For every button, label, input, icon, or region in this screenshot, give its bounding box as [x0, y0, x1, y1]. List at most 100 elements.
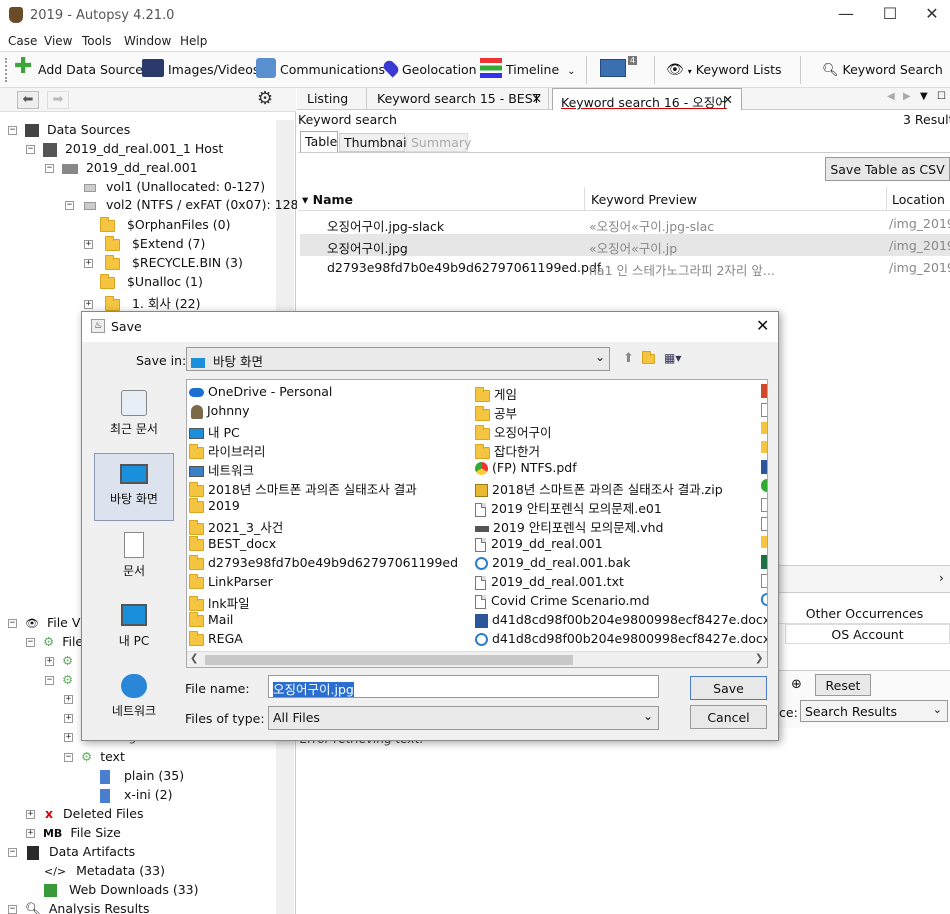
place-desktop[interactable]: 바탕 화면 [94, 453, 174, 521]
place-network[interactable]: 네트워크 [94, 674, 174, 734]
tree-orphan[interactable]: $OrphanFiles (0) [100, 216, 230, 232]
tree-file-size[interactable]: + MB File Size [26, 825, 121, 840]
save-in-select[interactable]: 바탕 화면 ⌄ [186, 347, 610, 371]
list-item[interactable]: 2019 [189, 497, 240, 513]
subtab-thumbnail[interactable]: Thumbnail [339, 133, 410, 152]
tree-unalloc[interactable]: $Unalloc (1) [100, 273, 203, 289]
expand-icon[interactable]: + [84, 240, 93, 249]
file-list[interactable]: OneDrive - Personal Johnny 내 PC 라이브러리 네트… [186, 379, 768, 668]
menu-help[interactable]: Help [180, 34, 207, 48]
scroll-right-icon[interactable]: ❯ [755, 653, 763, 664]
collapse-icon[interactable]: − [26, 638, 35, 647]
list-item[interactable]: 잡다한거 [475, 441, 540, 460]
close-window-button[interactable]: ✕ [912, 4, 950, 26]
tab-other-occurrences[interactable]: Other Occurrences [779, 604, 950, 624]
scroll-left-icon[interactable]: ❮ [190, 653, 198, 664]
list-item[interactable]: 2019 안티포렌식 모의문제.vhd [475, 517, 664, 536]
expand-icon[interactable]: + [64, 733, 73, 742]
list-item[interactable]: 2018년 스마트폰 과의존 실태조사 결과.zip [475, 479, 723, 498]
menu-case[interactable]: Case [8, 34, 37, 48]
scroll-tabs-right-icon[interactable]: ▶ [903, 91, 911, 102]
list-item[interactable]: 라이브러리 [189, 441, 266, 460]
communications-button[interactable]: Communications [256, 57, 385, 78]
list-item[interactable]: (FP) NTFS.pdf [475, 460, 577, 475]
column-header-location[interactable]: Location [892, 192, 945, 207]
place-documents[interactable]: 문서 [94, 532, 174, 592]
list-item[interactable]: 2019_dd_real.001 [475, 536, 603, 552]
subtab-summary[interactable]: Summary [406, 133, 471, 152]
list-item[interactable]: LinkParser [189, 573, 273, 589]
tree-vol1[interactable]: vol1 (Unallocated: 0-127) [84, 179, 265, 194]
place-recent-documents[interactable]: 최근 문서 [94, 390, 174, 450]
list-item[interactable]: 게임 [475, 384, 517, 403]
list-item[interactable]: lnk파일 [189, 593, 250, 612]
tree-host[interactable]: − 2019_dd_real.001_1 Host [26, 141, 223, 157]
column-divider[interactable] [886, 187, 887, 211]
scrollbar-thumb[interactable] [205, 655, 573, 665]
list-item[interactable]: d41d8cd98f00b204e9800998ecf8427e.docx.ba… [475, 631, 767, 646]
settings-gear-icon[interactable]: ⚙ [257, 88, 273, 109]
table-row[interactable]: d2793e98fd7b0e49b9d62797061199ed.pdf ha1… [300, 256, 950, 278]
menu-tools[interactable]: Tools [82, 34, 112, 48]
images-videos-button[interactable]: Images/Videos [142, 59, 259, 77]
tab-keyword-search-15[interactable]: Keyword search 15 - BEST ✕ [369, 88, 549, 110]
tree-deleted[interactable]: + x Deleted Files [26, 806, 143, 821]
up-one-level-icon[interactable]: ⬆ [623, 351, 634, 366]
file-name-input[interactable]: 오징어구이.jpg [268, 675, 659, 698]
source-select[interactable]: Search Results ⌄ [800, 700, 948, 722]
chevron-right-icon[interactable]: › [939, 571, 944, 585]
tree-web-downloads[interactable]: Web Downloads (33) [44, 882, 199, 897]
tree-analysis-results[interactable]: − 🔍︎ Analysis Results [8, 901, 149, 914]
dialog-close-button[interactable]: ✕ [756, 316, 769, 335]
tree-file-views[interactable]: − 👁 File Vi [8, 615, 84, 630]
maximize-pane-icon[interactable]: ☐ [937, 91, 946, 102]
list-item[interactable]: Johnny [189, 403, 250, 419]
files-of-type-select[interactable]: All Files ⌄ [268, 706, 659, 730]
tree-company[interactable]: + 1. 회사 (22) [84, 293, 201, 312]
tree-data-sources[interactable]: − Data Sources [8, 122, 130, 137]
tree-text[interactable]: − ⚙ text [64, 749, 125, 764]
tree-vol2[interactable]: − vol2 (NTFS / exFAT (0x07): 128 [65, 197, 299, 212]
cancel-button[interactable]: Cancel [690, 705, 767, 729]
table-row-selected[interactable]: 오징어구이.jpg «오징어«구이.jp /img_2019_ [300, 234, 950, 256]
reset-button[interactable]: Reset [815, 674, 871, 696]
collapse-icon[interactable]: − [45, 676, 54, 685]
column-divider[interactable] [584, 187, 585, 211]
menu-window[interactable]: Window [124, 34, 171, 48]
back-button[interactable]: ⬅ [17, 91, 39, 109]
close-tab-icon[interactable]: ✕ [723, 92, 733, 107]
tree-xini[interactable]: x-ini (2) [100, 787, 172, 803]
save-table-csv-button[interactable]: Save Table as CSV [825, 157, 950, 181]
tree-data-artifacts[interactable]: − Data Artifacts [8, 844, 135, 860]
menu-view[interactable]: View [44, 34, 72, 48]
collapse-icon[interactable]: − [26, 145, 35, 154]
list-item[interactable]: 네트워크 [189, 460, 254, 479]
save-button[interactable]: Save [690, 676, 767, 700]
collapse-icon[interactable]: − [8, 905, 17, 914]
view-menu-icon[interactable]: ▦▾ [664, 351, 681, 365]
list-item[interactable]: 2019 안티포렌식 모의문제.e01 [475, 498, 662, 517]
scroll-tabs-left-icon[interactable]: ◀ [887, 91, 895, 102]
list-item[interactable]: 2019_dd_real.001.txt [475, 574, 624, 590]
tree-plain[interactable]: plain (35) [100, 768, 184, 784]
timeline-button[interactable]: Timeline ⌄ [480, 57, 576, 78]
expand-icon[interactable]: + [64, 714, 73, 723]
maximize-button[interactable]: ☐ [870, 4, 910, 26]
chevron-down-icon[interactable]: ⌄ [567, 66, 575, 77]
expand-icon[interactable]: + [26, 829, 35, 838]
expand-icon[interactable]: + [26, 810, 35, 819]
add-data-source-button[interactable]: ✚ Add Data Source [14, 55, 143, 78]
zoom-in-icon[interactable]: ⊕ [791, 677, 802, 692]
geolocation-button[interactable]: Geolocation [381, 57, 477, 78]
subtab-table[interactable]: Table [300, 131, 338, 152]
tree-recycle[interactable]: + $RECYCLE.BIN (3) [84, 254, 243, 270]
file-list-scrollbar[interactable]: ❮ ❯ [187, 651, 767, 667]
tree-item[interactable]: + [64, 710, 73, 725]
tree-item[interactable]: + [64, 691, 73, 706]
tab-list-dropdown-icon[interactable]: ▼ [920, 91, 928, 102]
list-item[interactable]: Mail [189, 611, 233, 627]
list-item[interactable]: 2021_3_사건 [189, 517, 283, 536]
minimize-button[interactable]: — [826, 4, 866, 26]
tree-file-types[interactable]: − ⚙ File [26, 634, 83, 649]
tree-item[interactable]: + ⚙ [45, 653, 77, 668]
